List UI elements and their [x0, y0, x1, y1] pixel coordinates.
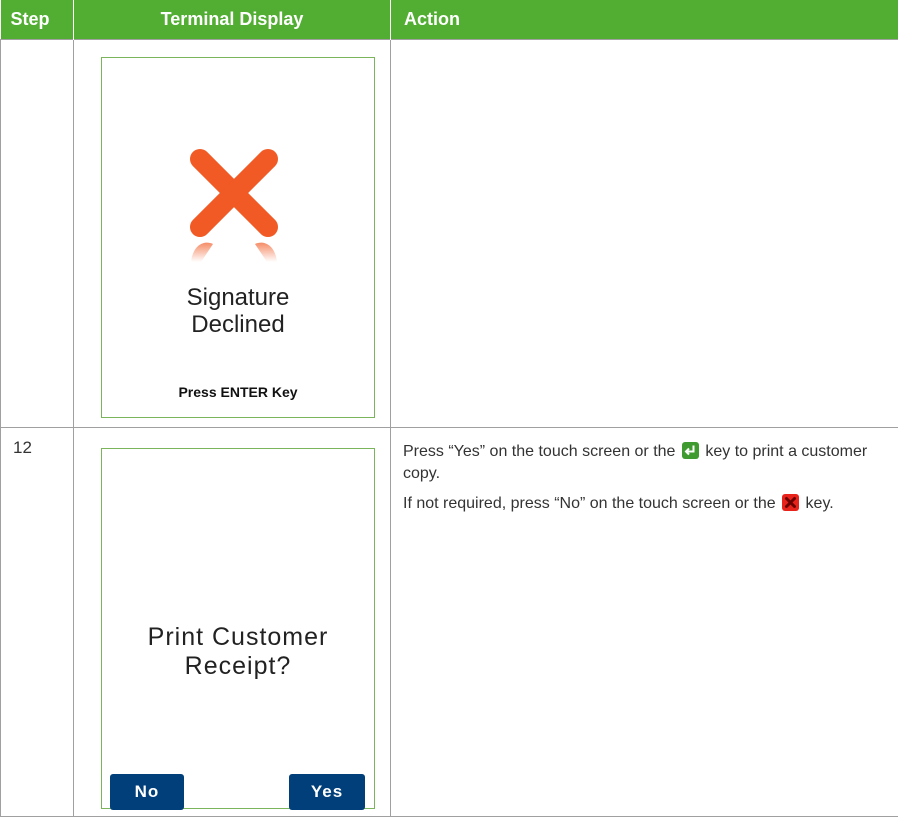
- yes-button[interactable]: Yes: [289, 774, 365, 810]
- header-action: Action: [391, 0, 898, 39]
- steps-table: Step Terminal Display Action: [0, 0, 898, 817]
- action-instruction-no: If not required, press “No” on the touch…: [403, 493, 885, 515]
- terminal-display-cell: Signature Declined Press ENTER Key: [74, 39, 391, 427]
- terminal-display-cell: Print Customer Receipt? No Yes: [74, 427, 391, 816]
- table-row: 12 Print Customer Receipt? No Yes Press …: [1, 427, 898, 816]
- cancel-key-icon: [782, 494, 799, 511]
- terminal-screen-print-receipt: Print Customer Receipt? No Yes: [101, 448, 375, 809]
- header-step: Step: [1, 0, 74, 39]
- step-number: [1, 39, 74, 427]
- action-text: If not required, press “No” on the touch…: [403, 495, 776, 512]
- terminal-screen-signature-declined: Signature Declined Press ENTER Key: [101, 57, 375, 418]
- cancel-x-icon: [189, 148, 279, 268]
- action-cell: [391, 39, 898, 427]
- step-number: 12: [1, 427, 74, 816]
- action-text: Press “Yes” on the touch screen or the: [403, 443, 675, 460]
- table-row: Signature Declined Press ENTER Key: [1, 39, 898, 427]
- message-line: Declined: [102, 311, 374, 338]
- no-button[interactable]: No: [110, 774, 184, 810]
- signature-declined-message: Signature Declined: [102, 284, 374, 338]
- action-text: key.: [806, 495, 834, 512]
- prompt-line: Print Customer: [102, 623, 374, 652]
- action-instruction-yes: Press “Yes” on the touch screen or the k…: [403, 441, 885, 485]
- press-enter-instruction: Press ENTER Key: [102, 384, 374, 400]
- action-cell: Press “Yes” on the touch screen or the k…: [391, 427, 898, 816]
- print-receipt-prompt: Print Customer Receipt?: [102, 623, 374, 681]
- enter-key-icon: [682, 442, 699, 459]
- header-terminal-display: Terminal Display: [74, 0, 391, 39]
- table-header-row: Step Terminal Display Action: [1, 0, 898, 39]
- message-line: Signature: [102, 284, 374, 311]
- prompt-line: Receipt?: [102, 652, 374, 681]
